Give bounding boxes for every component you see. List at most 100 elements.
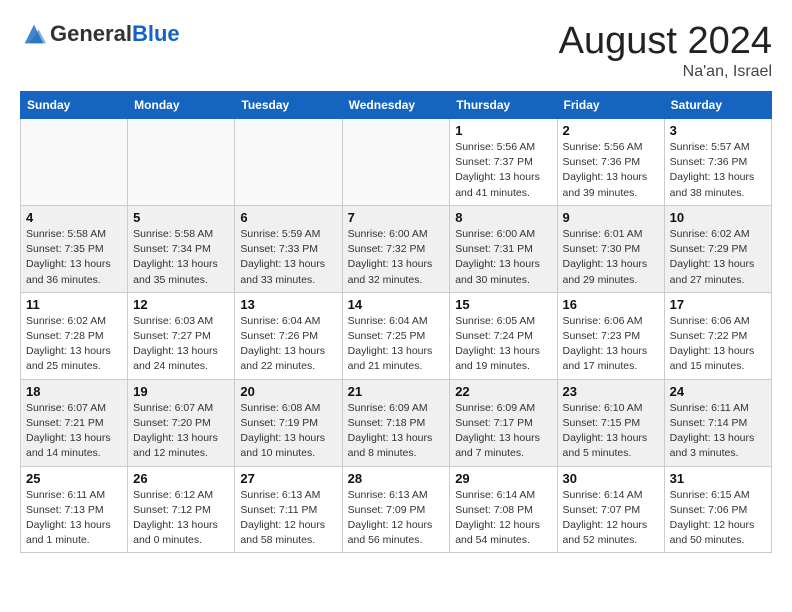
calendar-cell: 21 Sunrise: 6:09 AM Sunset: 7:18 PM Dayli… — [342, 379, 450, 466]
day-number: 15 — [455, 297, 551, 312]
calendar-cell — [342, 119, 450, 206]
day-number: 30 — [563, 471, 659, 486]
calendar-cell: 7 Sunrise: 6:00 AM Sunset: 7:32 PM Daylig… — [342, 205, 450, 292]
day-number: 27 — [240, 471, 336, 486]
day-number: 8 — [455, 210, 551, 225]
calendar-cell: 3 Sunrise: 5:57 AM Sunset: 7:36 PM Daylig… — [664, 119, 771, 206]
day-info: Sunrise: 6:14 AM Sunset: 7:07 PM Dayligh… — [563, 488, 659, 549]
logo: GeneralBlue — [20, 20, 180, 48]
calendar-cell: 4 Sunrise: 5:58 AM Sunset: 7:35 PM Daylig… — [21, 205, 128, 292]
page-header: GeneralBlue August 2024 Na'an, Israel — [20, 20, 772, 81]
weekday-header-saturday: Saturday — [664, 92, 771, 119]
day-number: 31 — [670, 471, 766, 486]
calendar-cell — [21, 119, 128, 206]
calendar-cell — [235, 119, 342, 206]
calendar-cell: 18Sunrise: 6:07 AM Sunset: 7:21 PM Dayli… — [21, 379, 128, 466]
calendar-cell: 1 Sunrise: 5:56 AM Sunset: 7:37 PM Daylig… — [450, 119, 557, 206]
day-info: Sunrise: 6:06 AM Sunset: 7:23 PM Dayligh… — [563, 314, 659, 375]
day-info: Sunrise: 5:59 AM Sunset: 7:33 PM Dayligh… — [240, 227, 336, 288]
location: Na'an, Israel — [559, 63, 772, 81]
calendar-week-row: 25 Sunrise: 6:11 AM Sunset: 7:13 PM Dayli… — [21, 466, 772, 553]
calendar-cell: 6 Sunrise: 5:59 AM Sunset: 7:33 PM Daylig… — [235, 205, 342, 292]
day-info: Sunrise: 6:09 AM Sunset: 7:18 PM Dayligh… — [348, 401, 445, 462]
calendar-cell: 2Sunrise: 5:56 AM Sunset: 7:36 PM Daylig… — [557, 119, 664, 206]
day-info: Sunrise: 6:00 AM Sunset: 7:32 PM Dayligh… — [348, 227, 445, 288]
day-info: Sunrise: 5:57 AM Sunset: 7:36 PM Dayligh… — [670, 140, 766, 201]
day-number: 24 — [670, 384, 766, 399]
day-number: 3 — [670, 123, 766, 138]
logo-icon — [20, 20, 48, 48]
weekday-header-sunday: Sunday — [21, 92, 128, 119]
weekday-header-row: SundayMondayTuesdayWednesdayThursdayFrid… — [21, 92, 772, 119]
calendar-cell: 20 Sunrise: 6:08 AM Sunset: 7:19 PM Dayli… — [235, 379, 342, 466]
calendar-cell: 19 Sunrise: 6:07 AM Sunset: 7:20 PM Dayli… — [128, 379, 235, 466]
calendar-week-row: 4 Sunrise: 5:58 AM Sunset: 7:35 PM Daylig… — [21, 205, 772, 292]
day-number: 9 — [563, 210, 659, 225]
day-info: Sunrise: 5:56 AM Sunset: 7:37 PM Dayligh… — [455, 140, 551, 201]
day-info: Sunrise: 6:10 AM Sunset: 7:15 PM Dayligh… — [563, 401, 659, 462]
calendar-cell: 9 Sunrise: 6:01 AM Sunset: 7:30 PM Daylig… — [557, 205, 664, 292]
calendar-cell: 26Sunrise: 6:12 AM Sunset: 7:12 PM Dayli… — [128, 466, 235, 553]
day-info: Sunrise: 6:04 AM Sunset: 7:26 PM Dayligh… — [240, 314, 336, 375]
day-info: Sunrise: 6:07 AM Sunset: 7:21 PM Dayligh… — [26, 401, 122, 462]
calendar-cell: 30 Sunrise: 6:14 AM Sunset: 7:07 PM Dayli… — [557, 466, 664, 553]
day-info: Sunrise: 6:07 AM Sunset: 7:20 PM Dayligh… — [133, 401, 229, 462]
calendar-cell: 24 Sunrise: 6:11 AM Sunset: 7:14 PM Dayli… — [664, 379, 771, 466]
day-number: 11 — [26, 297, 122, 312]
month-year: August 2024 — [559, 20, 772, 63]
title-block: August 2024 Na'an, Israel — [559, 20, 772, 81]
day-info: Sunrise: 6:11 AM Sunset: 7:14 PM Dayligh… — [670, 401, 766, 462]
day-info: Sunrise: 6:11 AM Sunset: 7:13 PM Dayligh… — [26, 488, 122, 549]
day-info: Sunrise: 6:05 AM Sunset: 7:24 PM Dayligh… — [455, 314, 551, 375]
day-number: 6 — [240, 210, 336, 225]
day-info: Sunrise: 6:09 AM Sunset: 7:17 PM Dayligh… — [455, 401, 551, 462]
calendar-cell: 22Sunrise: 6:09 AM Sunset: 7:17 PM Dayli… — [450, 379, 557, 466]
day-number: 21 — [348, 384, 445, 399]
calendar-week-row: 18Sunrise: 6:07 AM Sunset: 7:21 PM Dayli… — [21, 379, 772, 466]
day-info: Sunrise: 6:01 AM Sunset: 7:30 PM Dayligh… — [563, 227, 659, 288]
calendar-cell: 5 Sunrise: 5:58 AM Sunset: 7:34 PM Daylig… — [128, 205, 235, 292]
day-number: 19 — [133, 384, 229, 399]
day-info: Sunrise: 6:04 AM Sunset: 7:25 PM Dayligh… — [348, 314, 445, 375]
day-info: Sunrise: 6:14 AM Sunset: 7:08 PM Dayligh… — [455, 488, 551, 549]
calendar-cell: 11Sunrise: 6:02 AM Sunset: 7:28 PM Dayli… — [21, 292, 128, 379]
logo-text: GeneralBlue — [50, 21, 180, 47]
calendar-cell: 13 Sunrise: 6:04 AM Sunset: 7:26 PM Dayli… — [235, 292, 342, 379]
day-number: 10 — [670, 210, 766, 225]
calendar-cell: 28 Sunrise: 6:13 AM Sunset: 7:09 PM Dayli… — [342, 466, 450, 553]
day-number: 1 — [455, 123, 551, 138]
calendar-cell: 25 Sunrise: 6:11 AM Sunset: 7:13 PM Dayli… — [21, 466, 128, 553]
logo-general: General — [50, 21, 132, 46]
day-info: Sunrise: 5:58 AM Sunset: 7:35 PM Dayligh… — [26, 227, 122, 288]
day-info: Sunrise: 6:06 AM Sunset: 7:22 PM Dayligh… — [670, 314, 766, 375]
day-info: Sunrise: 6:13 AM Sunset: 7:11 PM Dayligh… — [240, 488, 336, 549]
day-number: 17 — [670, 297, 766, 312]
day-info: Sunrise: 6:00 AM Sunset: 7:31 PM Dayligh… — [455, 227, 551, 288]
weekday-header-thursday: Thursday — [450, 92, 557, 119]
logo-blue: Blue — [132, 21, 180, 46]
day-info: Sunrise: 6:12 AM Sunset: 7:12 PM Dayligh… — [133, 488, 229, 549]
day-number: 20 — [240, 384, 336, 399]
day-number: 7 — [348, 210, 445, 225]
day-number: 28 — [348, 471, 445, 486]
day-number: 2 — [563, 123, 659, 138]
calendar-cell: 29 Sunrise: 6:14 AM Sunset: 7:08 PM Dayli… — [450, 466, 557, 553]
calendar-cell: 17 Sunrise: 6:06 AM Sunset: 7:22 PM Dayli… — [664, 292, 771, 379]
calendar-cell: 31Sunrise: 6:15 AM Sunset: 7:06 PM Dayli… — [664, 466, 771, 553]
day-number: 5 — [133, 210, 229, 225]
day-number: 13 — [240, 297, 336, 312]
weekday-header-monday: Monday — [128, 92, 235, 119]
calendar-cell: 16Sunrise: 6:06 AM Sunset: 7:23 PM Dayli… — [557, 292, 664, 379]
day-info: Sunrise: 5:58 AM Sunset: 7:34 PM Dayligh… — [133, 227, 229, 288]
day-number: 25 — [26, 471, 122, 486]
day-number: 4 — [26, 210, 122, 225]
calendar-cell: 14Sunrise: 6:04 AM Sunset: 7:25 PM Dayli… — [342, 292, 450, 379]
weekday-header-wednesday: Wednesday — [342, 92, 450, 119]
calendar-week-row: 1 Sunrise: 5:56 AM Sunset: 7:37 PM Daylig… — [21, 119, 772, 206]
day-info: Sunrise: 6:08 AM Sunset: 7:19 PM Dayligh… — [240, 401, 336, 462]
day-number: 12 — [133, 297, 229, 312]
day-info: Sunrise: 6:13 AM Sunset: 7:09 PM Dayligh… — [348, 488, 445, 549]
day-number: 29 — [455, 471, 551, 486]
weekday-header-friday: Friday — [557, 92, 664, 119]
calendar-cell: 15 Sunrise: 6:05 AM Sunset: 7:24 PM Dayli… — [450, 292, 557, 379]
